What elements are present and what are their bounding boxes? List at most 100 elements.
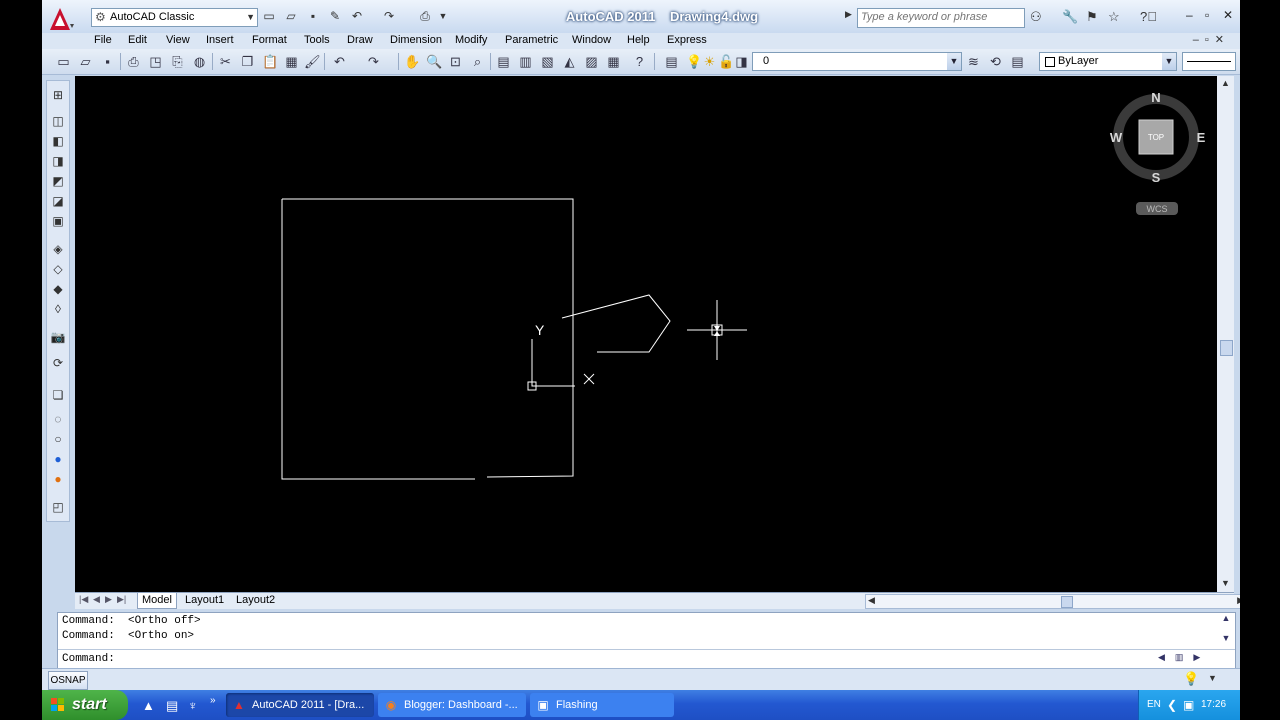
back-view-icon[interactable]: ▣ (50, 213, 66, 229)
help-icon[interactable]: ? (632, 54, 647, 69)
menu-view[interactable]: View (166, 34, 190, 46)
menu-express[interactable]: Express (667, 34, 707, 46)
design-center-icon[interactable]: ▥ (518, 54, 533, 69)
search-expand-icon[interactable]: ▶ (845, 9, 852, 20)
subscription-center-icon[interactable]: 🔧 (1062, 9, 1078, 25)
menu-help[interactable]: Help (627, 34, 650, 46)
close-button[interactable]: ✕ (1223, 8, 1233, 22)
wireframe-icon[interactable]: ◌ (50, 411, 66, 427)
plot-preview-icon[interactable]: ◳ (148, 54, 163, 69)
binoculars-icon[interactable]: ⚇ (1030, 9, 1042, 25)
menu-edit[interactable]: Edit (128, 34, 147, 46)
quicklaunch-more-icon[interactable]: » (210, 695, 216, 706)
menu-tools[interactable]: Tools (304, 34, 330, 46)
layer-properties-icon[interactable]: ▤ (664, 54, 679, 69)
markup-icon[interactable]: ▨ (584, 54, 599, 69)
tab-layout1[interactable]: Layout1 (181, 593, 228, 608)
pan-icon[interactable]: ✋ (404, 54, 420, 69)
save-icon[interactable]: ▪ (100, 54, 115, 69)
document-window-controls[interactable]: ‒▫✕ (1193, 33, 1230, 46)
tab-prev-icon[interactable]: ◀ (93, 594, 100, 605)
paste-block-icon[interactable]: ▦ (284, 54, 299, 69)
color-dropdown[interactable]: ByLayer ▼ (1039, 52, 1177, 71)
redo-icon[interactable]: ↷ (366, 54, 381, 69)
hidden-icon[interactable]: ○ (50, 431, 66, 447)
sheet-set-icon[interactable]: ◭ (562, 54, 577, 69)
plot-icon[interactable]: ⎙ (126, 54, 141, 69)
make-current-layer-icon[interactable]: ≋ (966, 54, 981, 69)
paste-icon[interactable]: 📋 (262, 54, 278, 69)
copy-object-icon[interactable]: ❏ (50, 387, 66, 403)
properties-icon[interactable]: ▤ (496, 54, 511, 69)
search-input[interactable] (858, 9, 1024, 25)
manage-styles-icon[interactable]: ◰ (50, 499, 66, 515)
menu-file[interactable]: File (94, 34, 112, 46)
match-properties-icon[interactable]: 🖌 (304, 54, 321, 69)
menu-dimension[interactable]: Dimension (390, 34, 442, 46)
open-icon[interactable]: ▱ (78, 54, 93, 69)
maximize-button[interactable]: ▫ (1205, 8, 1209, 22)
box-view-icon[interactable]: ◫ (50, 113, 66, 129)
realistic-sphere-icon[interactable]: ● (50, 451, 66, 467)
status-menu-icon[interactable]: ▼ (1208, 673, 1217, 683)
communication-center-icon[interactable]: ⚑ (1086, 9, 1098, 25)
search-box[interactable] (857, 8, 1025, 28)
task-blogger[interactable]: ◉ Blogger: Dashboard -... (378, 693, 526, 717)
minimize-button[interactable]: ‒ (1186, 8, 1193, 22)
compass-s[interactable]: S (1152, 170, 1161, 185)
tab-last-icon[interactable]: ▶| (117, 594, 126, 605)
new-file-icon[interactable]: ▭ (262, 9, 276, 23)
menu-parametric[interactable]: Parametric (505, 34, 558, 46)
menu-draw[interactable]: Draw (347, 34, 373, 46)
scroll-down-icon[interactable]: ▼ (1217, 578, 1234, 588)
command-hscroll[interactable]: ◀▥▶ (1158, 652, 1210, 663)
polyline-shape[interactable] (561, 294, 671, 353)
menu-insert[interactable]: Insert (206, 34, 234, 46)
command-history-scroll[interactable]: ▲ ▼ (1218, 613, 1234, 649)
save-as-icon[interactable]: ✎ (328, 9, 342, 23)
scroll-up-icon[interactable]: ▲ (1217, 78, 1234, 88)
tab-layout2[interactable]: Layout2 (232, 593, 279, 608)
workspace-dropdown[interactable]: ⚙ AutoCAD Classic ▼ (91, 8, 258, 27)
isolate-lightbulb-icon[interactable]: 💡 (1183, 671, 1199, 687)
sw-iso-icon[interactable]: ◈ (50, 241, 66, 257)
compass-n[interactable]: N (1151, 90, 1160, 105)
horizontal-scroll-thumb[interactable] (1061, 596, 1073, 608)
layer-dropdown[interactable]: 0 ▼ (752, 52, 962, 71)
scroll-left-icon[interactable]: ◀ (868, 595, 875, 606)
nw-iso-icon[interactable]: ◊ (50, 301, 66, 317)
right-view-icon[interactable]: ◩ (50, 173, 66, 189)
orbit-icon[interactable]: ⟳ (50, 355, 66, 371)
tray-app-icon[interactable]: ▣ (1183, 698, 1194, 712)
save-icon[interactable]: ▪ (306, 9, 320, 23)
open-folder-icon[interactable]: ▱ (284, 9, 298, 23)
menu-window[interactable]: Window (572, 34, 611, 46)
publish-icon[interactable]: ⎘ (170, 54, 185, 69)
vertical-scrollbar[interactable]: ▲ ▼ (1217, 76, 1234, 592)
drawing-area[interactable]: Y X TOP N S E W WCS (75, 76, 1217, 592)
quicklaunch-autocad-icon[interactable]: ▲ (142, 698, 155, 713)
layer-previous-icon[interactable]: ⟲ (988, 54, 1003, 69)
viewcube[interactable]: TOP N S E W WCS (1110, 90, 1206, 215)
qnew-icon[interactable]: ▭ (56, 54, 71, 69)
se-iso-icon[interactable]: ◇ (50, 261, 66, 277)
zoom-window-icon[interactable]: ⊡ (448, 54, 463, 69)
zoom-realtime-icon[interactable]: 🔍 (426, 54, 442, 69)
task-autocad[interactable]: ▲ AutoCAD 2011 - [Dra... (226, 693, 374, 717)
tab-model[interactable]: Model (137, 593, 177, 609)
undo-icon[interactable]: ↶ (350, 9, 364, 23)
menu-modify[interactable]: Modify (455, 34, 487, 46)
layer-states-icon[interactable]: ▤ (1010, 54, 1025, 69)
application-menu-button[interactable] (46, 6, 76, 32)
help-icon[interactable]: ?⃝ (1140, 9, 1157, 24)
conceptual-sphere-icon[interactable]: ● (50, 471, 66, 487)
tool-palettes-icon[interactable]: ▧ (540, 54, 555, 69)
plot-icon[interactable]: ⎙ (418, 9, 432, 23)
quicklaunch-app-icon[interactable]: ♆ (188, 698, 198, 713)
quick-access-more-icon[interactable]: ▼ (436, 9, 450, 23)
quicklaunch-notepad-icon[interactable]: ▤ (166, 698, 178, 714)
compass-e[interactable]: E (1197, 130, 1206, 145)
menu-format[interactable]: Format (252, 34, 287, 46)
bottom-view-icon[interactable]: ◪ (50, 193, 66, 209)
start-button[interactable]: start (42, 690, 128, 720)
